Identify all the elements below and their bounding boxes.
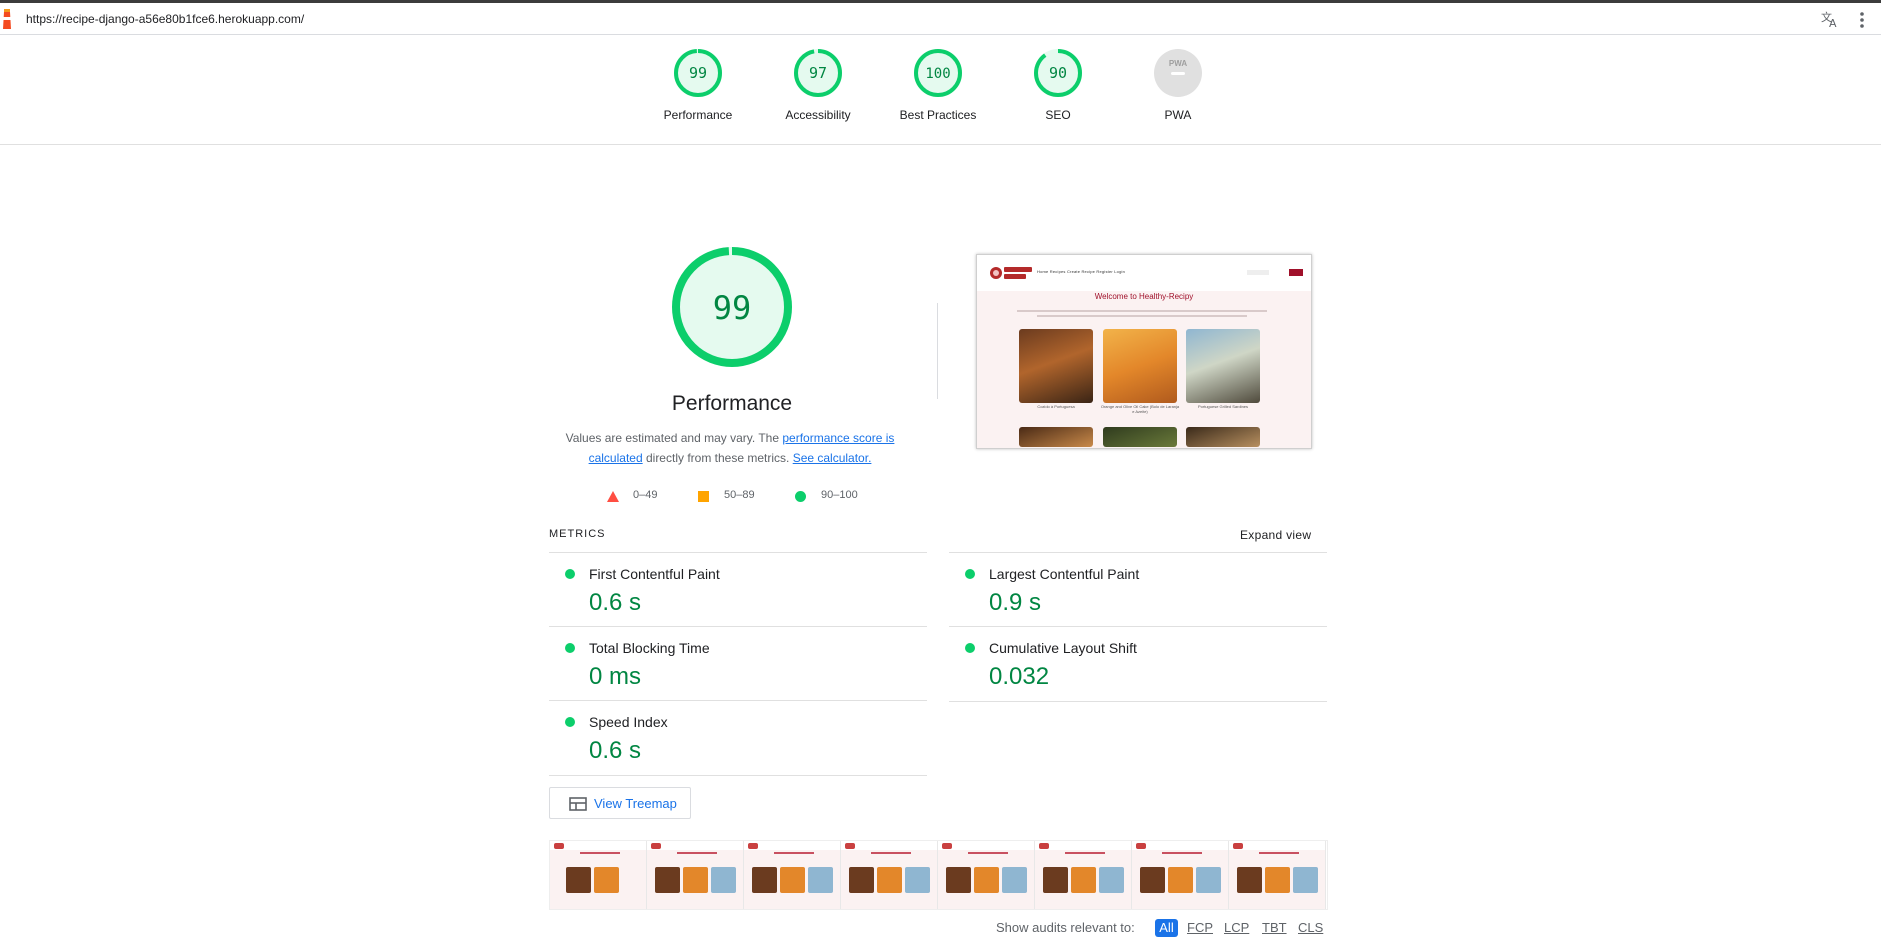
gauge-accessibility[interactable]: 97 Accessibility (763, 48, 873, 122)
gauge-label: SEO (1045, 108, 1071, 122)
more-options-icon[interactable] (1859, 11, 1865, 34)
metric-tbt: Total Blocking Time 0 ms (549, 626, 927, 701)
site-search-button (1289, 269, 1303, 276)
pass-icon (565, 717, 575, 727)
pass-icon (965, 643, 975, 653)
metric-name: First Contentful Paint (589, 566, 720, 582)
metric-value: 0 ms (589, 663, 642, 690)
pwa-badge-text: PWA (1169, 59, 1187, 68)
metric-value: 0.6 s (589, 737, 642, 764)
performance-description: Values are estimated and may vary. The p… (565, 431, 895, 465)
recipe-image (1103, 427, 1177, 447)
triangle-icon (607, 491, 619, 502)
site-intro-line (1037, 315, 1247, 317)
square-icon (698, 491, 709, 502)
metric-name: Largest Contentful Paint (989, 566, 1140, 582)
metric-fcp: First Contentful Paint 0.6 s (549, 552, 927, 627)
performance-score: 99 (713, 289, 752, 327)
gauge-label: Best Practices (899, 108, 977, 122)
gauge-performance[interactable]: 99 Performance (643, 48, 753, 122)
page-url[interactable]: https://recipe-django-a56e80b1fce6.herok… (26, 12, 304, 26)
gauge-score: 90 (1049, 64, 1067, 82)
metric-name: Cumulative Layout Shift (989, 640, 1137, 656)
site-nav: Home Recipes Create Recipe Register Logi… (977, 255, 1311, 291)
metric-cls: Cumulative Layout Shift 0.032 (949, 626, 1327, 702)
metric-lcp: Largest Contentful Paint 0.9 s (949, 552, 1327, 627)
circle-icon (795, 491, 806, 502)
gauge-seo[interactable]: 90 SEO (1003, 48, 1113, 122)
metric-name: Total Blocking Time (589, 640, 710, 656)
recipe-caption: Portuguese Grilled Sardines (1197, 404, 1249, 409)
filter-chip-tbt[interactable]: TBT (1262, 920, 1287, 935)
expand-view-button[interactable]: Expand view (1240, 528, 1311, 542)
filmstrip-frame (550, 841, 647, 909)
filter-chip-fcp[interactable]: FCP (1187, 920, 1213, 935)
performance-title: Performance (671, 392, 793, 415)
lighthouse-icon (0, 9, 14, 36)
recipe-image (1186, 329, 1260, 403)
site-search-field (1247, 270, 1269, 275)
filmstrip-frame (647, 841, 744, 909)
site-heading: Welcome to Healthy-Recipy (1094, 292, 1194, 301)
gauge-pwa[interactable]: PWA PWA (1123, 48, 1233, 122)
audit-filter-label: Show audits relevant to: (996, 920, 1135, 935)
metric-value: 0.6 s (589, 589, 642, 616)
filmstrip (549, 840, 1328, 910)
pwa-icon: PWA (1154, 49, 1202, 97)
gauge-score: 97 (809, 64, 827, 82)
filmstrip-frame (1035, 841, 1132, 909)
recipe-image (1019, 427, 1093, 447)
site-intro-line (1017, 310, 1267, 312)
metric-value: 0.032 (989, 663, 1050, 690)
recipe-caption: Orange and Olive Oil Cake (Bolo de Laran… (1100, 404, 1180, 414)
metric-value: 0.9 s (989, 589, 1042, 616)
view-treemap-button[interactable]: View Treemap (549, 787, 691, 819)
see-calculator-link[interactable]: See calculator. (793, 451, 872, 465)
metric-speed-index: Speed Index 0.6 s (549, 700, 927, 776)
filmstrip-frame (744, 841, 841, 909)
recipe-image (1103, 329, 1177, 403)
recipe-image (1019, 329, 1093, 403)
filter-chip-lcp[interactable]: LCP (1224, 920, 1249, 935)
gauge-score: 99 (689, 64, 707, 82)
gauge-label: Accessibility (785, 108, 851, 122)
gauge-label: PWA (1164, 108, 1192, 122)
gauge-best-practices[interactable]: 100 Best Practices (883, 48, 993, 122)
filmstrip-frame (1132, 841, 1229, 909)
metrics-heading: METRICS (549, 528, 606, 540)
site-nav-links: Home Recipes Create Recipe Register Logi… (1037, 269, 1126, 274)
divider (937, 303, 938, 399)
recipe-caption: Cozido à Portuguesa (1037, 404, 1075, 409)
metric-name: Speed Index (589, 714, 668, 730)
pass-icon (565, 643, 575, 653)
treemap-label: View Treemap (594, 796, 677, 811)
filmstrip-frame (841, 841, 938, 909)
filter-chip-all[interactable]: All (1155, 919, 1178, 937)
svg-text:A: A (1829, 17, 1837, 29)
address-bar: https://recipe-django-a56e80b1fce6.herok… (0, 3, 1881, 35)
filmstrip-frame (938, 841, 1035, 909)
pass-icon (965, 569, 975, 579)
pass-icon (565, 569, 575, 579)
performance-gauge: 99 (669, 244, 795, 370)
treemap-icon (569, 797, 587, 811)
translate-icon[interactable]: 文 A (1820, 9, 1840, 34)
filmstrip-frame (1229, 841, 1326, 909)
category-summary: 99 Performance 97 Accessibility 100 Best… (0, 34, 1881, 145)
site-logo (990, 267, 1032, 279)
gauge-score: 100 (925, 66, 950, 82)
filter-chip-cls[interactable]: CLS (1298, 920, 1323, 935)
final-screenshot[interactable]: Home Recipes Create Recipe Register Logi… (976, 254, 1312, 449)
gauge-label: Performance (663, 108, 733, 122)
recipe-image (1186, 427, 1260, 447)
